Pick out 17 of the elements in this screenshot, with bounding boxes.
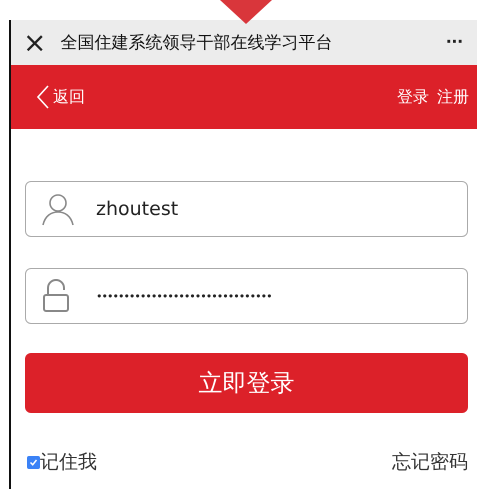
login-link[interactable]: 登录	[397, 86, 429, 108]
remember-checkbox[interactable]	[27, 456, 40, 468]
pointer-marker-icon	[220, 0, 272, 24]
user-icon	[41, 192, 75, 226]
checkmark-icon	[29, 458, 38, 466]
back-chevron-icon	[37, 85, 49, 109]
padlock-icon	[41, 279, 71, 313]
more-button[interactable]: ···	[446, 31, 463, 54]
forgot-password-link[interactable]: 忘记密码	[392, 449, 468, 475]
login-button[interactable]: 立即登录	[25, 353, 468, 413]
register-link[interactable]: 注册	[437, 86, 469, 108]
back-button[interactable]: 返回	[37, 85, 85, 109]
username-field[interactable]: zhoutest	[25, 181, 468, 237]
window-title: 全国住建系统领导干部在线学习平台	[60, 32, 334, 54]
remember-label: 记住我	[40, 450, 97, 475]
close-button[interactable]: ×	[23, 28, 46, 56]
password-field[interactable]: ••••••••••••••••••••••••••••••••	[25, 268, 468, 324]
